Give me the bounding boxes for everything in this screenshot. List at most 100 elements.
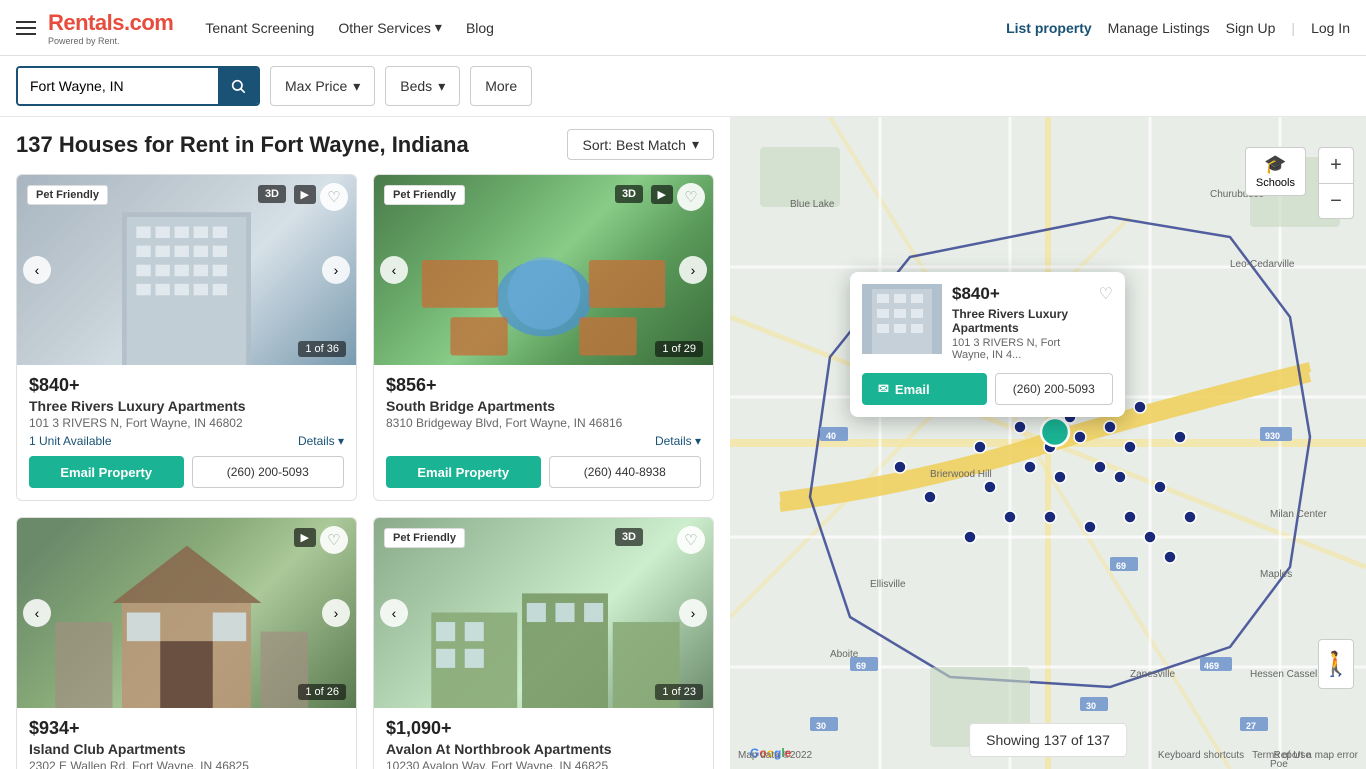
popup-email-button[interactable]: ✉ Email bbox=[862, 373, 987, 405]
nav-tenant-screening[interactable]: Tenant Screening bbox=[205, 20, 314, 36]
card-body-1: $840+ Three Rivers Luxury Apartments 101… bbox=[17, 365, 356, 500]
card-price-3: $934+ bbox=[29, 718, 344, 739]
header: Rentals.com Powered by Rent. Tenant Scre… bbox=[0, 0, 1366, 56]
card-next-3[interactable]: › bbox=[322, 599, 350, 627]
popup-price: $840+ bbox=[952, 284, 1089, 304]
email-property-button-2[interactable]: Email Property bbox=[386, 456, 541, 488]
card-actions-2: Email Property (260) 440-8938 bbox=[386, 456, 701, 488]
card-name-1: Three Rivers Luxury Apartments bbox=[29, 398, 344, 414]
search-bar: Max Price ▾ Beds ▾ More bbox=[0, 56, 1366, 117]
logo-text: Rentals.com bbox=[48, 10, 173, 36]
property-card-2[interactable]: Pet Friendly 3D ▶ ♡ ‹ › 1 of 29 $856+ So… bbox=[373, 174, 714, 501]
email-property-button-1[interactable]: Email Property bbox=[29, 456, 184, 488]
hamburger-menu[interactable] bbox=[16, 21, 36, 35]
svg-text:Milan Center: Milan Center bbox=[1270, 509, 1327, 520]
svg-text:Hessen Cassel: Hessen Cassel bbox=[1250, 669, 1317, 680]
card-name-3: Island Club Apartments bbox=[29, 741, 344, 757]
nav-blog[interactable]: Blog bbox=[466, 20, 494, 36]
svg-text:30: 30 bbox=[1086, 701, 1096, 711]
schools-button[interactable]: 🎓 Schools bbox=[1245, 147, 1306, 196]
popup-info: $840+ Three Rivers Luxury Apartments 101… bbox=[952, 284, 1089, 361]
card-next-2[interactable]: › bbox=[679, 256, 707, 284]
more-filters[interactable]: More bbox=[470, 66, 532, 106]
keyboard-shortcuts-link[interactable]: Keyboard shortcuts bbox=[1158, 750, 1244, 761]
zoom-in-button[interactable]: + bbox=[1318, 147, 1354, 183]
streetview-button[interactable]: 🚶 bbox=[1318, 639, 1354, 689]
pet-friendly-badge-2: Pet Friendly bbox=[384, 185, 465, 205]
favorite-button-4[interactable]: ♡ bbox=[677, 526, 705, 554]
property-card-4[interactable]: Pet Friendly 3D ♡ ‹ › 1 of 23 $1,090+ Av… bbox=[373, 517, 714, 769]
details-link-2[interactable]: Details ▾ bbox=[655, 434, 701, 448]
image-count-2: 1 of 29 bbox=[655, 341, 703, 357]
phone-button-2[interactable]: (260) 440-8938 bbox=[549, 456, 702, 488]
sort-button[interactable]: Sort: Best Match ▾ bbox=[567, 129, 714, 160]
image-count-4: 1 of 23 bbox=[655, 684, 703, 700]
card-prev-2[interactable]: ‹ bbox=[380, 256, 408, 284]
popup-favorite-button[interactable]: ♡ bbox=[1099, 284, 1113, 304]
card-body-2: $856+ South Bridge Apartments 8310 Bridg… bbox=[374, 365, 713, 500]
svg-text:69: 69 bbox=[1116, 561, 1126, 571]
nav-manage-listings[interactable]: Manage Listings bbox=[1108, 20, 1210, 36]
nav-log-in[interactable]: Log In bbox=[1311, 20, 1350, 36]
popup-address: 101 3 RIVERS N, Fort Wayne, IN 4... bbox=[952, 337, 1089, 361]
map-background: Blue Lake Churubusco Leo-Cedarville Alle… bbox=[730, 117, 1366, 769]
svg-text:Maples: Maples bbox=[1260, 569, 1292, 580]
nav-divider: | bbox=[1291, 20, 1295, 36]
chevron-down-icon: ▾ bbox=[435, 19, 442, 36]
search-input-wrap bbox=[16, 66, 260, 106]
favorite-button-1[interactable]: ♡ bbox=[320, 183, 348, 211]
property-card-3[interactable]: ▶ ♡ ‹ › 1 of 26 $934+ Island Club Apartm… bbox=[16, 517, 357, 769]
map-popup: $840+ Three Rivers Luxury Apartments 101… bbox=[850, 272, 1125, 417]
svg-text:469: 469 bbox=[1204, 661, 1219, 671]
chevron-down-icon: ▾ bbox=[692, 136, 699, 153]
card-price-2: $856+ bbox=[386, 375, 701, 396]
unit-count-1: 1 Unit Available bbox=[29, 434, 112, 448]
nav-links: Tenant Screening Other Services ▾ Blog bbox=[205, 19, 1006, 36]
zoom-out-button[interactable]: − bbox=[1318, 183, 1354, 219]
card-image-2: Pet Friendly 3D ▶ ♡ ‹ › 1 of 29 bbox=[374, 175, 713, 365]
3d-badge: 3D bbox=[258, 185, 286, 203]
listings-title: 137 Houses for Rent in Fort Wayne, India… bbox=[16, 132, 469, 158]
card-availability-2: Details ▾ bbox=[386, 434, 701, 448]
search-button[interactable] bbox=[218, 68, 258, 104]
envelope-icon: ✉ bbox=[878, 381, 889, 397]
listings-header: 137 Houses for Rent in Fort Wayne, India… bbox=[16, 129, 714, 160]
popup-phone-button[interactable]: (260) 200-5093 bbox=[995, 373, 1114, 405]
svg-text:Brierwood Hill: Brierwood Hill bbox=[930, 469, 992, 480]
card-actions-1: Email Property (260) 200-5093 bbox=[29, 456, 344, 488]
3d-badge-4: 3D bbox=[615, 528, 643, 546]
nav-other-services[interactable]: Other Services ▾ bbox=[338, 19, 442, 36]
logo[interactable]: Rentals.com Powered by Rent. bbox=[48, 10, 173, 46]
max-price-filter[interactable]: Max Price ▾ bbox=[270, 66, 375, 106]
card-next-1[interactable]: › bbox=[322, 256, 350, 284]
popup-header: $840+ Three Rivers Luxury Apartments 101… bbox=[850, 272, 1125, 373]
3d-badge-2: 3D bbox=[615, 185, 643, 203]
card-availability-1: 1 Unit Available Details ▾ bbox=[29, 434, 344, 448]
card-price-4: $1,090+ bbox=[386, 718, 701, 739]
nav-list-property[interactable]: List property bbox=[1006, 20, 1092, 36]
person-icon: 🚶 bbox=[1321, 650, 1351, 679]
pet-friendly-badge: Pet Friendly bbox=[27, 185, 108, 205]
card-body-4: $1,090+ Avalon At Northbrook Apartments … bbox=[374, 708, 713, 769]
favorite-button-2[interactable]: ♡ bbox=[677, 183, 705, 211]
card-next-4[interactable]: › bbox=[679, 599, 707, 627]
popup-actions: ✉ Email (260) 200-5093 bbox=[850, 373, 1125, 417]
video-badge-3: ▶ bbox=[294, 528, 316, 547]
card-prev-4[interactable]: ‹ bbox=[380, 599, 408, 627]
map-panel: Blue Lake Churubusco Leo-Cedarville Alle… bbox=[730, 117, 1366, 769]
nav-right: List property Manage Listings Sign Up | … bbox=[1006, 20, 1350, 36]
svg-text:69: 69 bbox=[856, 661, 866, 671]
popup-image bbox=[862, 284, 942, 354]
report-map-error-link[interactable]: Report a map error bbox=[1274, 750, 1358, 761]
search-input[interactable] bbox=[18, 68, 218, 104]
details-link-1[interactable]: Details ▾ bbox=[298, 434, 344, 448]
favorite-button-3[interactable]: ♡ bbox=[320, 526, 348, 554]
pet-friendly-badge-4: Pet Friendly bbox=[384, 528, 465, 548]
phone-button-1[interactable]: (260) 200-5093 bbox=[192, 456, 345, 488]
nav-sign-up[interactable]: Sign Up bbox=[1226, 20, 1276, 36]
svg-text:Zanesville: Zanesville bbox=[1130, 669, 1175, 680]
beds-filter[interactable]: Beds ▾ bbox=[385, 66, 460, 106]
property-card-1[interactable]: Pet Friendly 3D ▶ ♡ ‹ › 1 of 36 $840+ Th… bbox=[16, 174, 357, 501]
card-prev-1[interactable]: ‹ bbox=[23, 256, 51, 284]
card-prev-3[interactable]: ‹ bbox=[23, 599, 51, 627]
